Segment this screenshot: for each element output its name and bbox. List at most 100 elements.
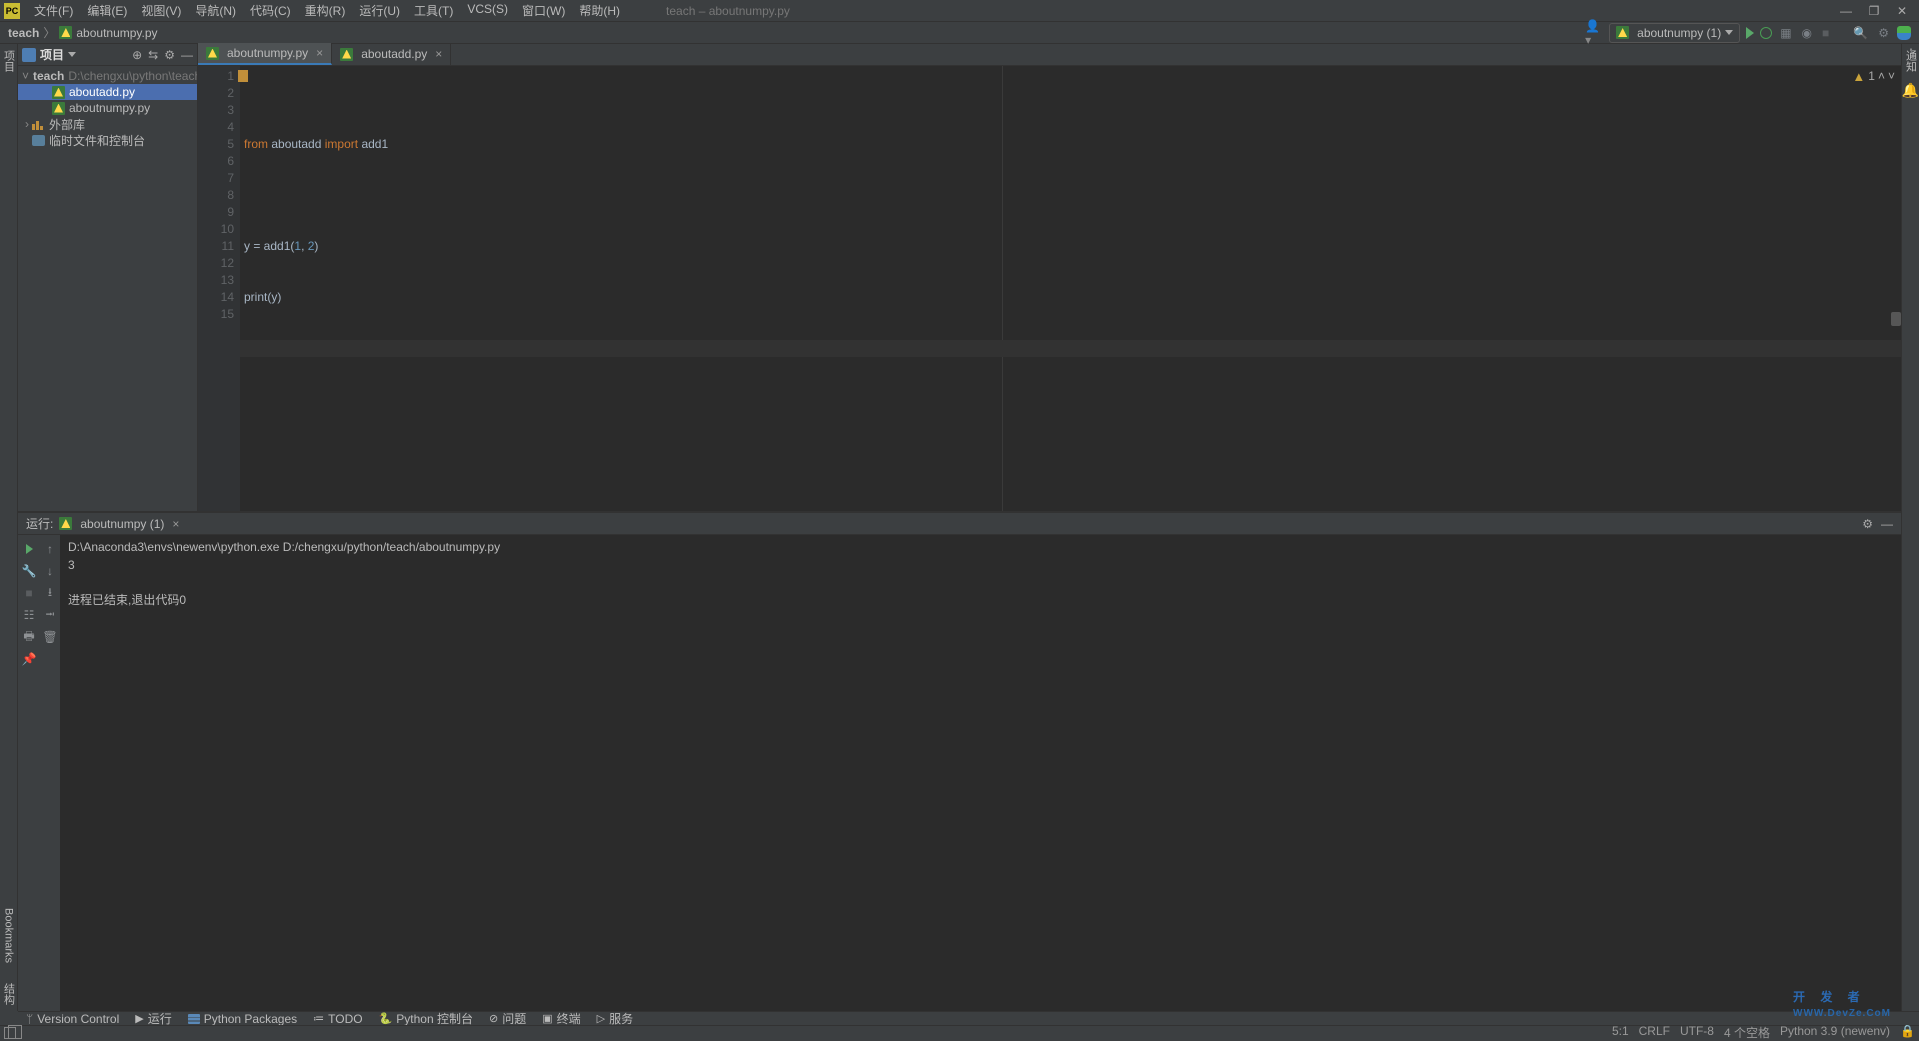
- run-button[interactable]: [1746, 27, 1754, 39]
- python-file-icon: [59, 26, 72, 39]
- tab-aboutadd[interactable]: aboutadd.py ×: [332, 43, 451, 65]
- python-file-icon: [340, 48, 353, 61]
- tab-aboutnumpy[interactable]: aboutnumpy.py ×: [198, 43, 332, 65]
- gear-icon[interactable]: ⚙: [164, 48, 175, 62]
- console-output[interactable]: D:\Anaconda3\envs\newenv\python.exe D:/c…: [60, 535, 1901, 1011]
- chevron-down-icon[interactable]: [68, 52, 76, 57]
- bottom-toolbar: Version Control ▶ 运行 Python Packages ≔ T…: [18, 1011, 1919, 1025]
- menu-help[interactable]: 帮助(H): [573, 0, 626, 21]
- editor-body[interactable]: 1 2 3 4 5 6 7 8 9 10 11 12 13 14: [198, 66, 1901, 511]
- expand-icon[interactable]: ⇆: [148, 48, 158, 62]
- python-packages-tab[interactable]: Python Packages: [188, 1012, 297, 1026]
- toolwindows-icon[interactable]: [4, 1027, 16, 1039]
- menu-vcs[interactable]: VCS(S): [461, 0, 514, 21]
- layout-icon[interactable]: ☷: [21, 607, 37, 623]
- scratches-icon: [32, 135, 45, 146]
- menu-view[interactable]: 视图(V): [135, 0, 187, 21]
- right-gutter: 通知 🔔: [1901, 44, 1919, 1011]
- project-view-title[interactable]: 项目: [40, 46, 64, 63]
- todo-tab[interactable]: ≔ TODO: [313, 1012, 362, 1026]
- library-icon: [32, 119, 45, 130]
- close-icon[interactable]: ×: [316, 46, 323, 60]
- minimize-button[interactable]: —: [1839, 4, 1853, 18]
- hide-panel-icon[interactable]: —: [181, 48, 193, 62]
- menu-tools[interactable]: 工具(T): [408, 0, 459, 21]
- structure-tool-tab[interactable]: 结构: [1, 977, 17, 1011]
- version-control-tab[interactable]: Version Control: [26, 1012, 119, 1026]
- window-title: teach – aboutnumpy.py: [626, 4, 1839, 18]
- pin-icon[interactable]: 📌: [21, 651, 37, 667]
- menu-code[interactable]: 代码(C): [244, 0, 297, 21]
- menu-file[interactable]: 文件(F): [28, 0, 79, 21]
- indent[interactable]: 4 个空格: [1724, 1024, 1770, 1041]
- lock-icon[interactable]: 🔒: [1900, 1024, 1915, 1041]
- breadcrumb-root[interactable]: teach: [8, 26, 39, 40]
- tree-external-libs[interactable]: › 外部库: [18, 116, 197, 132]
- bell-icon[interactable]: 🔔: [1902, 82, 1919, 99]
- close-button[interactable]: ✕: [1895, 4, 1909, 18]
- menu-edit[interactable]: 编辑(E): [81, 0, 133, 21]
- run-config-label: aboutnumpy (1): [1637, 26, 1721, 40]
- run-config-selector[interactable]: aboutnumpy (1): [1609, 23, 1740, 43]
- chevron-down-icon: [1725, 30, 1733, 35]
- python-file-icon: [52, 86, 65, 99]
- menu-navigate[interactable]: 导航(N): [189, 0, 242, 21]
- hide-panel-icon[interactable]: —: [1881, 517, 1893, 531]
- branch-icon: [26, 1012, 33, 1026]
- wrench-icon[interactable]: 🔧: [21, 563, 37, 579]
- run-toolwindow: 运行: aboutnumpy (1) × ⚙ — 🔧 ■ ☷ 🖶: [18, 512, 1901, 1011]
- tree-file-aboutnumpy[interactable]: aboutnumpy.py: [18, 100, 197, 116]
- down-icon[interactable]: ↓: [42, 563, 58, 579]
- titlebar: PC 文件(F) 编辑(E) 视图(V) 导航(N) 代码(C) 重构(R) 运…: [0, 0, 1919, 22]
- profile-icon[interactable]: ◉: [1800, 26, 1814, 40]
- line-separator[interactable]: CRLF: [1639, 1024, 1670, 1041]
- close-icon[interactable]: ×: [435, 47, 442, 61]
- trash-icon[interactable]: 🗑: [42, 629, 58, 645]
- left-gutter: 项目 Bookmarks 结构: [0, 44, 18, 1011]
- tree-file-aboutadd[interactable]: aboutadd.py: [18, 84, 197, 100]
- editor-tabs: aboutnumpy.py × aboutadd.py × ⋮: [198, 44, 1901, 66]
- project-tool-tab[interactable]: 项目: [1, 44, 17, 78]
- project-view-icon[interactable]: [22, 48, 36, 62]
- debug-button[interactable]: [1760, 27, 1772, 39]
- bookmarks-tool-tab[interactable]: Bookmarks: [3, 902, 15, 969]
- scroll-icon[interactable]: ⭲: [42, 607, 58, 623]
- run-sub-toolbar: ↑ ↓ ⭳ ⭲ 🗑: [40, 535, 60, 1011]
- breadcrumb-file[interactable]: aboutnumpy.py: [76, 26, 157, 40]
- stop-button[interactable]: ■: [21, 585, 37, 601]
- menu-window[interactable]: 窗口(W): [516, 0, 571, 21]
- gutter[interactable]: 1 2 3 4 5 6 7 8 9 10 11 12 13 14: [198, 66, 240, 511]
- problems-indicator[interactable]: ▲ 1 ˄ ˅: [1852, 68, 1895, 85]
- gear-icon[interactable]: ⚙: [1862, 517, 1873, 531]
- stop-button[interactable]: ■: [1820, 26, 1831, 40]
- print-icon[interactable]: 🖶: [21, 629, 37, 645]
- column-ruler: [1002, 66, 1003, 511]
- chevron-down-icon[interactable]: ˅: [1888, 68, 1895, 85]
- editor-more-icon[interactable]: ⋮: [1905, 46, 1917, 60]
- target-icon[interactable]: ⊕: [132, 48, 142, 62]
- wrap-icon[interactable]: ⭳: [42, 585, 58, 601]
- trusted-icon[interactable]: [1897, 26, 1911, 40]
- project-panel: 项目 ⊕ ⇆ ⚙ — ˅ teach D:\chengxu\python\tea…: [18, 44, 198, 511]
- close-icon[interactable]: ×: [172, 517, 179, 531]
- settings-icon[interactable]: ⚙: [1876, 26, 1891, 40]
- scrollbar-thumb[interactable]: [1891, 312, 1901, 326]
- run-coverage-icon[interactable]: ▦: [1778, 26, 1793, 40]
- cwm-icon[interactable]: 👤▾: [1585, 24, 1603, 42]
- cursor-position[interactable]: 5:1: [1612, 1024, 1629, 1041]
- chevron-up-icon[interactable]: ˄: [1878, 68, 1885, 85]
- run-config-tab[interactable]: aboutnumpy (1) ×: [59, 517, 179, 531]
- menu-refactor[interactable]: 重构(R): [299, 0, 352, 21]
- tree-root[interactable]: ˅ teach D:\chengxu\python\teach: [18, 68, 197, 84]
- search-icon[interactable]: 🔍: [1851, 26, 1870, 40]
- code-area[interactable]: ▲ 1 ˄ ˅ from aboutadd import add1 y = ad…: [240, 66, 1901, 511]
- rerun-button[interactable]: [21, 541, 37, 557]
- up-icon[interactable]: ↑: [42, 541, 58, 557]
- python-file-icon: [52, 102, 65, 115]
- encoding[interactable]: UTF-8: [1680, 1024, 1714, 1041]
- tree-scratches[interactable]: 临时文件和控制台: [18, 132, 197, 148]
- interpreter[interactable]: Python 3.9 (newenv): [1780, 1024, 1890, 1041]
- menu-run[interactable]: 运行(U): [353, 0, 406, 21]
- maximize-button[interactable]: ❐: [1867, 4, 1881, 18]
- app-icon: PC: [4, 3, 20, 19]
